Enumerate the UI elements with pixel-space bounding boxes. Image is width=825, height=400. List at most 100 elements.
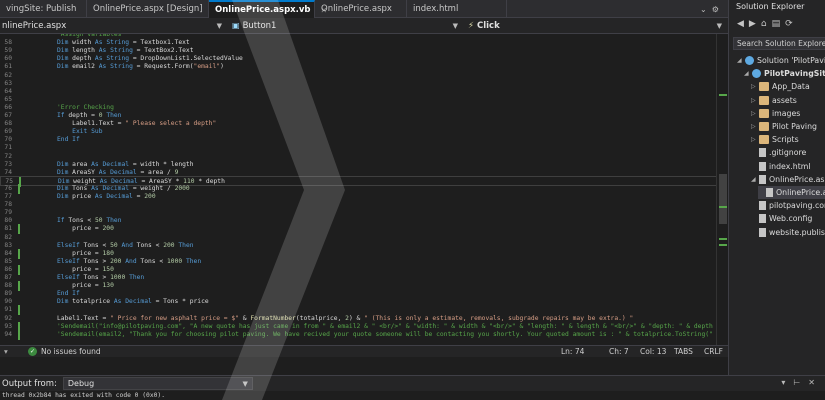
chevron-down-icon: ▼	[452, 21, 458, 30]
expand-arrow-icon[interactable]: ◢	[737, 57, 745, 64]
panel-dropdown-icon[interactable]: ▾	[781, 378, 785, 387]
solution-search-input[interactable]: Search Solution Explorer	[733, 37, 825, 50]
line-ending-indicator[interactable]: CRLF	[704, 347, 723, 356]
vb-file-icon	[766, 188, 773, 197]
tree-item-label: images	[772, 108, 801, 118]
expand-arrow-icon[interactable]: ▷	[751, 136, 759, 143]
solution-explorer-title: Solution Explorer	[736, 2, 805, 11]
tree-item-label: pilotpaving.com	[769, 201, 825, 211]
tab-3[interactable]: OnlinePrice.aspx	[315, 0, 407, 18]
tree-item-label: .gitignore	[769, 148, 807, 158]
close-icon[interactable]: ✕	[808, 378, 815, 387]
tree-item[interactable]: ▷ assets	[751, 94, 825, 107]
file-icon	[759, 148, 766, 158]
tab-1[interactable]: OnlinePrice.aspx [Design]	[87, 0, 209, 18]
char-indicator[interactable]: Ch: 7	[609, 347, 629, 356]
tree-item[interactable]: index.html	[751, 160, 825, 173]
tree-item[interactable]: .gitignore	[751, 146, 825, 159]
document-tab-strip: vingSite: Publish OnlinePrice.aspx [Desig…	[0, 0, 728, 18]
chevron-down-icon: ▼	[716, 21, 722, 30]
tree-item-label: Pilot Paving	[772, 122, 817, 131]
chevron-down-icon: ▼	[242, 379, 248, 388]
tab-label: OnlinePrice.aspx	[321, 4, 392, 14]
tree-item[interactable]: OnlinePrice.aspx.vb	[758, 186, 825, 199]
forward-icon[interactable]: ▶	[749, 19, 756, 29]
tab-label: index.html	[413, 4, 459, 14]
expand-arrow-icon[interactable]: ▷	[751, 97, 759, 104]
line-number: 94	[4, 330, 12, 338]
sync-icon[interactable]: ⟳	[785, 19, 793, 29]
tab-overflow-chevron-icon[interactable]: ⌄	[700, 5, 707, 14]
code-editor[interactable]: 'Assign Variables 58 Dim width As String =…	[0, 34, 728, 345]
back-icon[interactable]: ◀	[737, 19, 744, 29]
panel-splitter[interactable]	[0, 357, 728, 375]
tree-item-label: PilotPavingSite	[764, 69, 825, 79]
folder-icon	[759, 108, 769, 118]
tree-item-label: OnlinePrice.aspx.vb	[776, 188, 825, 197]
solution-icon	[745, 56, 754, 65]
tree-item[interactable]: ▷ App_Data	[751, 80, 825, 93]
tabs-indicator[interactable]: TABS	[674, 347, 693, 356]
expand-arrow-icon[interactable]: ▷	[751, 110, 759, 117]
file-icon	[759, 227, 766, 237]
expand-arrow-icon[interactable]: ▷	[751, 123, 759, 130]
object-dropdown-label: Button1	[242, 20, 277, 31]
editor-vertical-scrollbar[interactable]	[716, 34, 728, 345]
tree-item-label: assets	[772, 95, 797, 105]
file-icon	[759, 161, 766, 171]
tree-item-label: App_Data	[772, 82, 810, 92]
folder-icon	[759, 122, 769, 131]
change-indicator	[18, 329, 20, 340]
tree-item[interactable]: Web.config	[751, 212, 825, 225]
folder-icon	[759, 95, 769, 105]
output-source-value: Debug	[67, 379, 95, 388]
change-marker	[719, 238, 727, 240]
tab-4[interactable]: index.html	[407, 0, 507, 18]
tab-0[interactable]: vingSite: Publish	[0, 0, 87, 18]
event-dropdown[interactable]: ⚡ Click ▼	[464, 19, 728, 33]
tree-item[interactable]: ▷ Scripts	[751, 133, 825, 146]
file-icon	[759, 214, 766, 224]
tree-item[interactable]: ▷ Pilot Paving	[751, 120, 825, 133]
code-line[interactable]: 94 'Sendemail(email2, "Thank you for choo…	[0, 329, 728, 340]
editor-navigation-bar: nlinePrice.aspx ▼ ▣ Button1 ▼ ⚡ Click ▼	[0, 18, 728, 34]
tree-item[interactable]: ◢ PilotPavingSite	[744, 67, 825, 80]
folder-icon	[759, 82, 769, 92]
output-panel-header: Output from: Debug ▼ ▾ ⊢ ✕	[0, 375, 825, 391]
issues-status[interactable]: No issues found	[41, 347, 101, 356]
change-marker	[719, 206, 727, 208]
tree-item[interactable]: ◢ Solution 'PilotPaving'	[737, 54, 825, 67]
button-object-icon: ▣	[232, 21, 240, 30]
tree-item[interactable]: website.publishproj	[751, 226, 825, 239]
switch-views-icon[interactable]: ▤	[772, 19, 781, 29]
tree-item[interactable]: ◢ OnlinePrice.aspx	[751, 173, 825, 186]
expand-arrow-icon[interactable]: ▷	[751, 83, 759, 90]
line-indicator[interactable]: Ln: 74	[561, 347, 584, 356]
zoom-level[interactable]: ▾	[4, 347, 8, 356]
expand-arrow-icon[interactable]: ◢	[744, 70, 752, 77]
file-icon	[759, 174, 766, 184]
output-panel-controls: ▾ ⊢ ✕	[781, 378, 815, 387]
tab-label: OnlinePrice.aspx.vb	[215, 5, 311, 15]
settings-gear-icon[interactable]: ⚙	[712, 5, 719, 14]
output-source-select[interactable]: Debug ▼	[62, 377, 253, 390]
home-icon[interactable]: ⌂	[761, 19, 767, 29]
pin-icon[interactable]: ⊢	[793, 378, 800, 387]
tree-item[interactable]: pilotpaving.com	[751, 199, 825, 212]
tree-item-label: website.publishproj	[769, 227, 825, 237]
tree-item-label: Web.config	[769, 214, 813, 224]
tab-2[interactable]: OnlinePrice.aspx.vb ✕	[209, 0, 327, 18]
file-dropdown[interactable]: nlinePrice.aspx ▼	[0, 19, 228, 33]
scrollbar-thumb[interactable]	[719, 174, 727, 224]
tab-label: vingSite: Publish	[6, 4, 77, 14]
globe-icon	[752, 69, 761, 79]
output-from-label: Output from:	[2, 378, 57, 389]
tree-item-label: OnlinePrice.aspx	[769, 174, 825, 184]
tree-item-label: Solution 'PilotPaving'	[757, 56, 825, 65]
expand-arrow-icon[interactable]: ◢	[751, 176, 759, 183]
tree-item[interactable]: ▷ images	[751, 107, 825, 120]
lightning-bolt-icon: ⚡	[468, 20, 474, 31]
col-indicator[interactable]: Col: 13	[640, 347, 666, 356]
editor-status-bar: ▾ ✓ No issues found Ln: 74 Ch: 7 Col: 13…	[0, 345, 728, 357]
object-dropdown[interactable]: ▣ Button1 ▼	[228, 19, 464, 33]
